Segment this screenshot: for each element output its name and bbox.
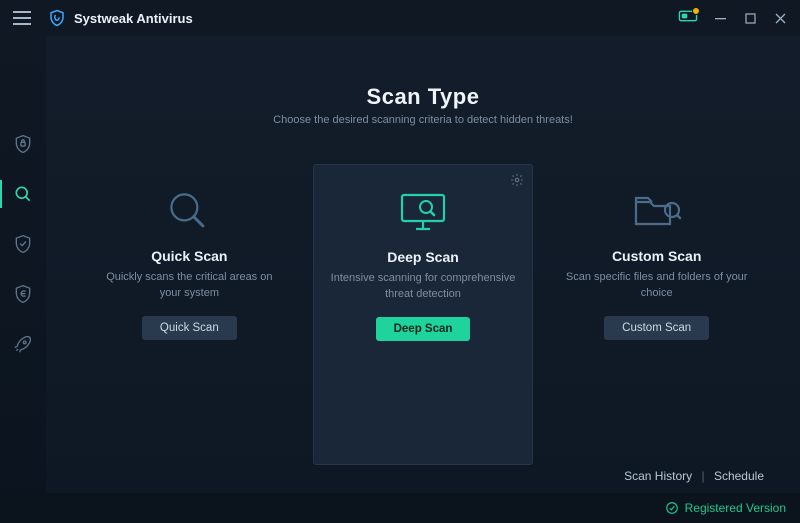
notification-icon[interactable] <box>678 9 698 28</box>
page-subtitle: Choose the desired scanning criteria to … <box>74 114 772 126</box>
monitor-scan-icon <box>396 185 450 241</box>
main-panel: Scan Type Choose the desired scanning cr… <box>46 36 800 493</box>
check-circle-icon <box>665 501 679 515</box>
custom-scan-button[interactable]: Custom Scan <box>604 316 709 340</box>
card-quick-scan[interactable]: Quick Scan Quickly scans the critical ar… <box>80 164 299 465</box>
body: Scan Type Choose the desired scanning cr… <box>0 36 800 493</box>
folder-scan-icon <box>630 184 684 240</box>
deep-scan-button[interactable]: Deep Scan <box>376 317 471 341</box>
statusbar: Registered Version <box>0 493 800 523</box>
sidebar-item-realtime[interactable] <box>0 224 46 264</box>
minimize-button[interactable] <box>706 5 734 31</box>
scan-history-link[interactable]: Scan History <box>624 469 692 483</box>
registered-label: Registered Version <box>685 501 786 515</box>
sidebar-item-scan[interactable] <box>0 174 46 214</box>
app-window: Systweak Antivirus <box>0 0 800 523</box>
card-deep-scan[interactable]: Deep Scan Intensive scanning for compreh… <box>313 164 534 465</box>
close-button[interactable] <box>766 5 794 31</box>
app-title-text: Systweak Antivirus <box>74 11 193 26</box>
card-custom-scan[interactable]: Custom Scan Scan specific files and fold… <box>547 164 766 465</box>
window-controls <box>678 5 794 31</box>
card-title: Quick Scan <box>151 248 227 264</box>
card-desc: Scan specific files and folders of your … <box>563 270 750 302</box>
sidebar-item-protection[interactable] <box>0 124 46 164</box>
page-title: Scan Type <box>74 84 772 110</box>
card-desc: Intensive scanning for comprehensive thr… <box>330 271 517 303</box>
e-shield-icon <box>13 284 33 304</box>
sidebar <box>0 36 46 493</box>
schedule-link[interactable]: Schedule <box>714 469 764 483</box>
search-icon <box>13 184 33 204</box>
scan-cards: Quick Scan Quickly scans the critical ar… <box>74 164 772 465</box>
maximize-button[interactable] <box>736 5 764 31</box>
titlebar: Systweak Antivirus <box>0 0 800 36</box>
page-heading: Scan Type Choose the desired scanning cr… <box>74 84 772 126</box>
magnifier-icon <box>164 184 214 240</box>
lock-shield-icon <box>13 134 33 154</box>
shield-check-icon <box>13 234 33 254</box>
app-logo-icon <box>48 9 66 27</box>
card-title: Custom Scan <box>612 248 701 264</box>
gear-icon[interactable] <box>510 173 524 192</box>
card-title: Deep Scan <box>387 249 459 265</box>
sidebar-item-boost[interactable] <box>0 324 46 364</box>
rocket-icon <box>13 334 33 354</box>
app-title: Systweak Antivirus <box>48 9 193 27</box>
card-desc: Quickly scans the critical areas on your… <box>96 270 283 302</box>
separator: | <box>701 469 704 483</box>
sidebar-item-quarantine[interactable] <box>0 274 46 314</box>
footer-links: Scan History | Schedule <box>74 465 772 483</box>
quick-scan-button[interactable]: Quick Scan <box>142 316 237 340</box>
menu-button[interactable] <box>10 6 34 30</box>
